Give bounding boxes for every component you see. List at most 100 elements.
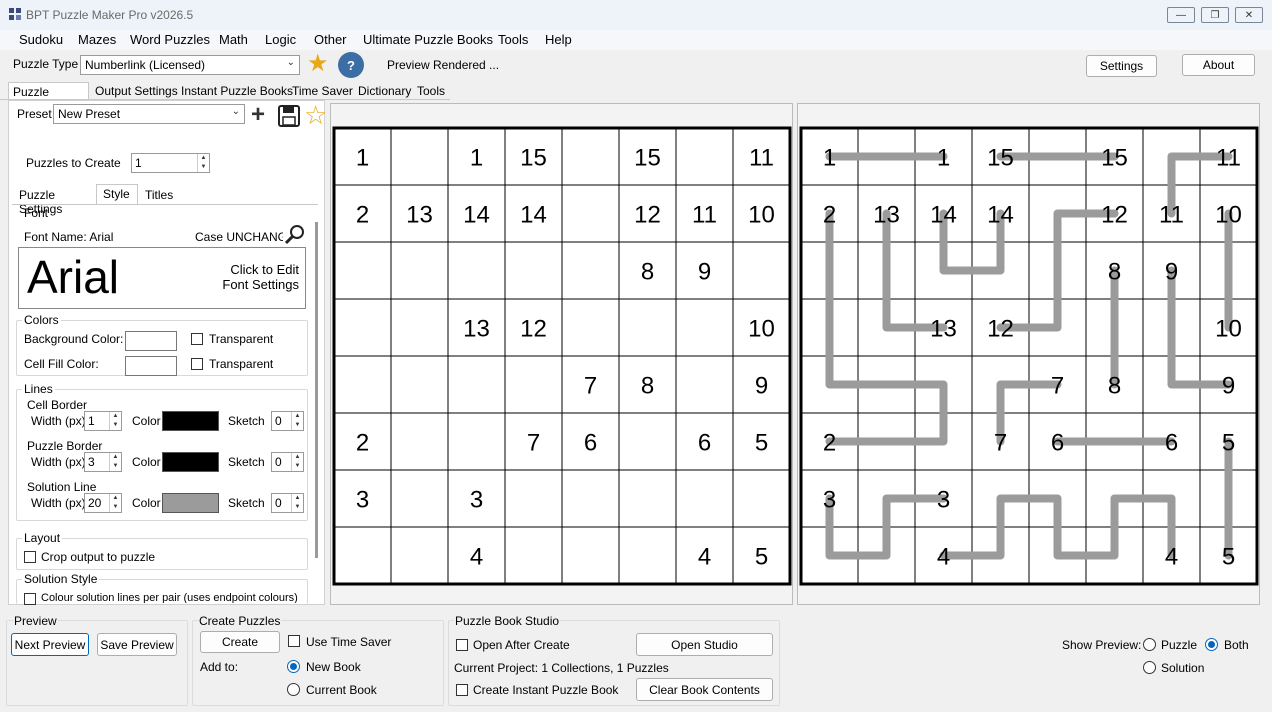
crop-checkbox[interactable]: [24, 551, 36, 563]
use-time-saver-checkbox[interactable]: [288, 635, 300, 647]
open-after-create-checkbox[interactable]: [456, 639, 468, 651]
menu-tools[interactable]: Tools: [498, 32, 528, 47]
save-icon[interactable]: [278, 105, 300, 127]
puzzle-cell-number: 2: [356, 430, 369, 457]
cell-border-sketch-stepper[interactable]: 0 ▲ ▼: [271, 411, 304, 431]
solution-grid[interactable]: 1 1 15 15 112 13 14 14 12 11 108 913 12 107 8 92 7 6 6 53 34…: [799, 126, 1259, 586]
menu-word-puzzles[interactable]: Word Puzzles: [130, 32, 210, 47]
solution-cell-number: 1: [937, 145, 950, 172]
puzzle-cell-number: 8: [641, 259, 654, 286]
subtab-puzzle-settings[interactable]: Puzzle Settings: [15, 186, 95, 216]
menu-logic[interactable]: Logic: [265, 32, 296, 47]
bg-color-label: Background Color:: [24, 332, 124, 346]
solution-cell-number: 3: [937, 487, 950, 514]
clear-book-contents-button[interactable]: Clear Book Contents: [636, 678, 773, 701]
chevron-down-icon: ⌄: [286, 57, 295, 68]
solution-cell-number: 13: [930, 316, 957, 343]
search-icon[interactable]: [283, 223, 307, 247]
stepper-arrows-icon[interactable]: ▲ ▼: [109, 453, 121, 471]
puzzle-type-select[interactable]: Numberlink (Licensed) ⌄: [80, 55, 300, 75]
new-book-radio[interactable]: [287, 660, 300, 673]
solution-cell-number: 2: [823, 202, 836, 229]
tab-puzzle-settings[interactable]: Puzzle Settings: [8, 82, 89, 113]
puzzle-border-sketch-stepper[interactable]: 0 ▲ ▼: [271, 452, 304, 472]
tab-output-settings[interactable]: Output Settings: [91, 82, 182, 100]
maximize-button[interactable]: ❐: [1201, 7, 1229, 23]
solution-line-sketch-stepper[interactable]: 0 ▲ ▼: [271, 493, 304, 513]
settings-button[interactable]: Settings: [1086, 55, 1157, 77]
fill-transparent-checkbox[interactable]: [191, 358, 203, 370]
puzzle-cell-number: 11: [749, 145, 774, 172]
create-puzzles-group-label: Create Puzzles: [198, 614, 282, 628]
menu-ultimate-puzzle-books[interactable]: Ultimate Puzzle Books: [363, 32, 493, 47]
layout-group-label: Layout: [22, 531, 63, 545]
menu-math[interactable]: Math: [219, 32, 248, 47]
menu-other[interactable]: Other: [314, 32, 347, 47]
puzzles-to-create-stepper[interactable]: 1 ▲ ▼: [131, 153, 210, 173]
puzzle-grid[interactable]: 1 1 15 15 112 13 14 14 12 11 108 913 12 107 8 92 7 6 6 53 34…: [332, 126, 792, 586]
preset-select[interactable]: New Preset ⌄: [53, 104, 245, 124]
create-instant-book-label: Create Instant Puzzle Book: [473, 683, 619, 697]
stepper-arrows-icon[interactable]: ▲ ▼: [109, 494, 121, 512]
stepper-arrows-icon[interactable]: ▲ ▼: [291, 412, 303, 430]
solution-cell-number: 7: [1051, 373, 1064, 400]
solution-line-color-swatch[interactable]: [162, 493, 219, 513]
puzzle-border-width-stepper[interactable]: 3 ▲ ▼: [84, 452, 122, 472]
stepper-arrows-icon[interactable]: ▲ ▼: [291, 453, 303, 471]
scrollbar-thumb[interactable]: [315, 222, 318, 558]
close-button[interactable]: ✕: [1235, 7, 1263, 23]
cell-border-color-label: Color: [132, 414, 161, 428]
puzzle-border-color-swatch[interactable]: [162, 452, 219, 472]
add-preset-icon[interactable]: +: [251, 101, 265, 129]
solution-line-width-stepper[interactable]: 20 ▲ ▼: [84, 493, 122, 513]
create-button[interactable]: Create: [200, 631, 280, 653]
puzzle-border-sketch-value: 0: [275, 455, 282, 469]
colour-solution-checkbox[interactable]: [24, 593, 36, 605]
subtab-style[interactable]: Style: [96, 184, 138, 204]
solution-cell-number: 1: [823, 145, 836, 172]
puzzle-cell-number: 6: [584, 430, 597, 457]
menu-help[interactable]: Help: [545, 32, 572, 47]
tab-tools[interactable]: Tools: [413, 82, 449, 100]
bg-transparent-label: Transparent: [209, 332, 274, 346]
show-both-radio[interactable]: [1205, 638, 1218, 651]
stepper-arrows-icon[interactable]: ▲ ▼: [197, 154, 209, 172]
stepper-arrows-icon[interactable]: ▲ ▼: [291, 494, 303, 512]
cell-border-width-stepper[interactable]: 1 ▲ ▼: [84, 411, 122, 431]
about-button[interactable]: About: [1182, 54, 1255, 76]
next-preview-button[interactable]: Next Preview: [11, 633, 89, 656]
tab-instant-puzzle-books[interactable]: Instant Puzzle Books: [177, 82, 297, 100]
show-puzzle-radio[interactable]: [1143, 638, 1156, 651]
tab-time-saver[interactable]: Time Saver: [288, 82, 357, 100]
current-book-radio[interactable]: [287, 683, 300, 696]
minimize-button[interactable]: —: [1167, 7, 1195, 23]
cell-border-color-swatch[interactable]: [162, 411, 219, 431]
star-favorite-icon[interactable]: ★: [307, 52, 329, 76]
colors-group-label: Colors: [22, 313, 61, 327]
font-preview-box[interactable]: Arial Click to Edit Font Settings: [18, 247, 306, 309]
show-solution-radio[interactable]: [1143, 661, 1156, 674]
stepper-arrows-icon[interactable]: ▲ ▼: [109, 412, 121, 430]
puzzle-cell-number: 1: [470, 145, 483, 172]
create-instant-book-checkbox[interactable]: [456, 684, 468, 696]
help-icon[interactable]: ?: [338, 52, 364, 78]
save-preview-button[interactable]: Save Preview: [97, 633, 177, 656]
star-outline-icon[interactable]: ☆: [304, 100, 327, 130]
puzzle-border-label: Puzzle Border: [27, 439, 103, 453]
solution-cell-number: 8: [1108, 259, 1121, 286]
bg-transparent-checkbox[interactable]: [191, 333, 203, 345]
add-to-label: Add to:: [200, 660, 239, 674]
status-text: Preview Rendered ...: [387, 58, 500, 72]
menu-mazes[interactable]: Mazes: [78, 32, 116, 47]
puzzle-cell-number: 2: [356, 202, 369, 229]
show-both-label: Both: [1224, 638, 1249, 652]
tab-dictionary[interactable]: Dictionary: [354, 82, 415, 100]
subtab-titles[interactable]: Titles: [141, 186, 177, 204]
menu-sudoku[interactable]: Sudoku: [19, 32, 63, 47]
cell-border-width-label: Width (px): [31, 414, 86, 428]
open-studio-button[interactable]: Open Studio: [636, 633, 773, 656]
puzzle-cell-number: 7: [584, 373, 597, 400]
bg-color-swatch[interactable]: [125, 331, 177, 351]
cell-fill-swatch[interactable]: [125, 356, 177, 376]
puzzle-cell-number: 9: [755, 373, 768, 400]
